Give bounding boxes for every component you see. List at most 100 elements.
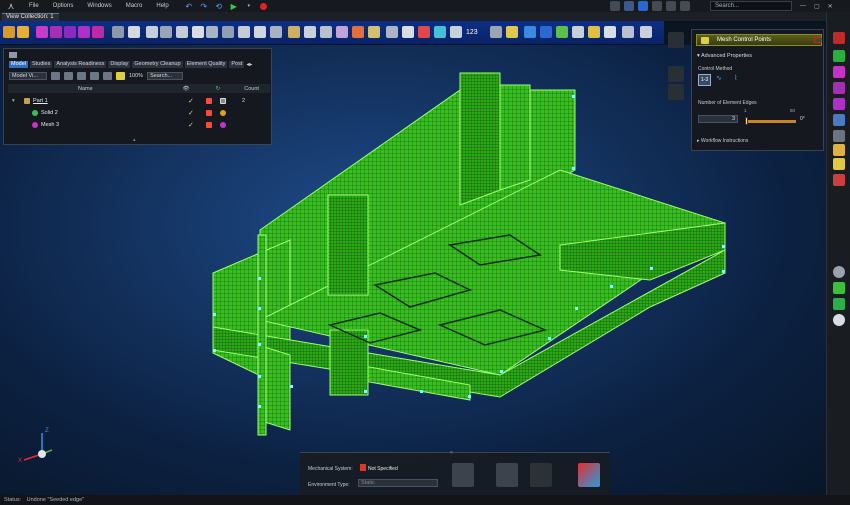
- tree-row-mesh[interactable]: Mesh 3 ✓: [8, 119, 270, 130]
- clip-icon[interactable]: [833, 98, 845, 110]
- solid-view-icon[interactable]: [833, 50, 845, 62]
- contact-icon[interactable]: [556, 26, 568, 38]
- mesh-solid-icon[interactable]: [64, 26, 76, 38]
- menu-options[interactable]: Options: [46, 0, 81, 12]
- menu-windows[interactable]: Windows: [80, 0, 118, 12]
- pencil-icon[interactable]: [506, 26, 518, 38]
- settings-icon[interactable]: [652, 1, 662, 11]
- display-mode-icon[interactable]: [668, 66, 684, 82]
- eye-icon[interactable]: 👁: [183, 86, 190, 92]
- node-icon[interactable]: [112, 26, 124, 38]
- box-icon[interactable]: [288, 26, 300, 38]
- boundary-icon[interactable]: [604, 26, 616, 38]
- connect-icon[interactable]: [206, 26, 218, 38]
- panel-collapse-icon[interactable]: ≈: [450, 450, 453, 456]
- defeature-icon[interactable]: [352, 26, 364, 38]
- tab-view-collection[interactable]: View Collection: 1: [2, 13, 59, 21]
- tab-element-quality[interactable]: Element Quality: [184, 61, 228, 68]
- help-icon[interactable]: [666, 1, 676, 11]
- setup-icon[interactable]: [452, 463, 474, 487]
- mesh-stack-icon[interactable]: [833, 298, 845, 310]
- collapse-icon[interactable]: [77, 72, 86, 80]
- menu-file[interactable]: File: [22, 0, 46, 12]
- grid-icon[interactable]: [572, 26, 584, 38]
- advanced-properties[interactable]: ▾ Advanced Properties: [697, 53, 752, 59]
- user-icon[interactable]: [610, 1, 620, 11]
- refresh-icon[interactable]: ↻: [216, 86, 221, 92]
- exit-icon[interactable]: [833, 32, 845, 44]
- visible-check-icon[interactable]: ✓: [188, 121, 194, 129]
- workflow-instructions[interactable]: ▸ Workflow Instructions: [697, 138, 748, 144]
- info-icon[interactable]: [680, 1, 690, 11]
- edges-slider-handle[interactable]: [745, 117, 748, 125]
- tree-search[interactable]: Search...: [147, 72, 184, 80]
- panel-menu-icon[interactable]: [9, 52, 17, 58]
- more-tabs-icon[interactable]: ◂▸: [246, 61, 252, 68]
- maximize-icon[interactable]: ▢: [814, 3, 820, 10]
- mech-system-value[interactable]: Not Specified: [368, 466, 398, 472]
- visible-check-icon[interactable]: ✓: [188, 109, 194, 117]
- mesh-layer-icon[interactable]: [833, 282, 845, 294]
- mesh-review-icon[interactable]: [496, 463, 518, 487]
- wrench-icon[interactable]: [386, 26, 398, 38]
- redo-icon[interactable]: ↷: [199, 1, 209, 11]
- view-cube-icon[interactable]: [668, 32, 684, 48]
- stack-icon[interactable]: [540, 26, 552, 38]
- mesh-edit-icon[interactable]: [402, 26, 414, 38]
- highlight-icon[interactable]: [833, 144, 845, 156]
- tab-post[interactable]: Post: [229, 61, 245, 68]
- mesh-surface-icon[interactable]: [78, 26, 90, 38]
- signal-icon[interactable]: [833, 158, 845, 170]
- results-icon[interactable]: [578, 463, 600, 487]
- run-icon[interactable]: [530, 463, 552, 487]
- color-swatch[interactable]: [206, 97, 212, 104]
- visible-check-icon[interactable]: ✓: [188, 97, 194, 105]
- menu-help[interactable]: Help: [149, 0, 175, 12]
- cube-icon[interactable]: [222, 26, 234, 38]
- edges-input[interactable]: 3: [698, 115, 738, 123]
- color-swatch[interactable]: [206, 109, 212, 116]
- method-button-2-icon[interactable]: ∿: [716, 74, 732, 86]
- edges-icon[interactable]: [128, 26, 140, 38]
- display-swatch[interactable]: [220, 121, 226, 128]
- filter-icon[interactable]: [51, 72, 60, 80]
- tab-analysis-readiness[interactable]: Analysis Readiness: [54, 61, 107, 68]
- view-select[interactable]: Model Vi...: [9, 72, 47, 80]
- show-icon[interactable]: [103, 72, 112, 80]
- play-icon[interactable]: ▶: [229, 1, 239, 11]
- arrow-icon[interactable]: [238, 26, 250, 38]
- load-icon[interactable]: [588, 26, 600, 38]
- split-icon[interactable]: [368, 26, 380, 38]
- menu-macro[interactable]: Macro: [119, 0, 150, 12]
- tree-row-solid[interactable]: Solid 2 ✓: [8, 107, 270, 118]
- surface-icon[interactable]: [50, 26, 62, 38]
- plot-icon[interactable]: [833, 174, 845, 186]
- expand-arrow-icon[interactable]: ▾: [12, 98, 18, 104]
- copy-icon[interactable]: [192, 26, 204, 38]
- plane-icon[interactable]: [270, 26, 282, 38]
- tab-studies[interactable]: Studies: [29, 61, 53, 68]
- minimize-icon[interactable]: —: [800, 3, 806, 9]
- isolate-icon[interactable]: [90, 72, 99, 80]
- quality-icon[interactable]: [418, 26, 430, 38]
- ball-icon[interactable]: [833, 314, 845, 326]
- section-icon[interactable]: [833, 82, 845, 94]
- record-icon[interactable]: [259, 1, 269, 11]
- seed-icon[interactable]: [450, 26, 462, 38]
- learn-icon[interactable]: [624, 1, 634, 11]
- highlight-tool-icon[interactable]: [116, 72, 125, 80]
- measure-icon[interactable]: [254, 26, 266, 38]
- sketch-icon[interactable]: [304, 26, 316, 38]
- close-icon[interactable]: ✕: [828, 3, 833, 10]
- mirror-icon[interactable]: [176, 26, 188, 38]
- display-swatch[interactable]: [220, 109, 226, 116]
- mesh-volume-icon[interactable]: [92, 26, 104, 38]
- numeric-toolbar-button[interactable]: 123: [466, 29, 478, 36]
- display-swatch[interactable]: [220, 97, 226, 104]
- select-icon[interactable]: [3, 26, 15, 38]
- undo-icon[interactable]: ↶: [184, 1, 194, 11]
- panel-resize-icon[interactable]: ▴: [133, 137, 136, 143]
- layers-icon[interactable]: [524, 26, 536, 38]
- extensions-icon[interactable]: [638, 1, 648, 11]
- env-type-select[interactable]: Static: [358, 479, 438, 487]
